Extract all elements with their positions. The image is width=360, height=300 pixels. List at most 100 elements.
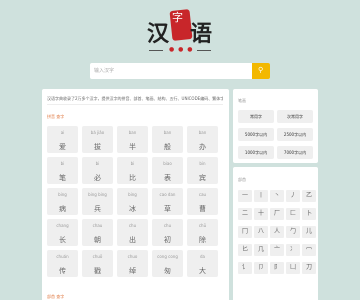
pinyin-cell[interactable]: chuō 戳 [82, 250, 113, 277]
logo-line [149, 50, 163, 51]
radical-cell[interactable]: 冂 [238, 226, 252, 238]
hanzi-char: 匆 [164, 267, 171, 275]
pinyin-cell[interactable]: bá jiǎo 拔 [82, 126, 113, 153]
pinyin-cell[interactable]: da 大 [187, 250, 218, 277]
pinyin-label: bá jiǎo [90, 130, 105, 135]
hanzi-char: 兵 [94, 205, 101, 213]
pinyin-cell[interactable]: ban 办 [187, 126, 218, 153]
pinyin-cell[interactable]: cao dan 草 [152, 188, 183, 215]
radical-cell[interactable]: 匕 [238, 244, 252, 256]
hanzi-char: 半 [129, 143, 136, 151]
hanzi-char: 绰 [129, 267, 136, 275]
hanzi-char: 冰 [129, 205, 136, 213]
pinyin-cell[interactable]: cong cong 匆 [152, 250, 183, 277]
divider [47, 104, 223, 105]
radical-cell[interactable]: 阝 [270, 262, 284, 274]
pinyin-cell[interactable]: bi 必 [82, 157, 113, 184]
radical-cell[interactable]: 亠 [270, 244, 284, 256]
pinyin-cell[interactable]: cau 曹 [187, 188, 218, 215]
site-logo[interactable]: 汉 字 语 ● ● ● [145, 6, 215, 54]
hanzi-char: 传 [59, 267, 66, 275]
pinyin-label: bi [130, 161, 135, 166]
radical-cell[interactable]: 丨 [254, 190, 268, 202]
hanzi-char: 宾 [199, 174, 206, 182]
pinyin-label: bin [199, 161, 206, 166]
radical-cell[interactable]: 八 [254, 226, 268, 238]
pinyin-label: ban [198, 130, 207, 135]
pinyin-cell[interactable]: biao 表 [152, 157, 183, 184]
pinyin-cell[interactable]: bing 冰 [117, 188, 148, 215]
search-button[interactable]: ⚲ [252, 63, 270, 79]
radical-cell[interactable]: 丶 [270, 190, 284, 202]
radical-cell[interactable]: 厂 [270, 208, 284, 220]
hanzi-char: 办 [199, 143, 206, 151]
intro-text: 汉语字典收录了2万多个汉字，提供汉字的拼音、部首、笔画、结构、五行、UNICOD… [47, 96, 223, 101]
hanzi-char: 朝 [94, 236, 101, 244]
stroke-link[interactable]: 次常用字 [277, 110, 313, 123]
pinyin-label: chu [163, 223, 172, 228]
hanzi-char: 比 [129, 174, 136, 182]
logo-char-3: 语 [190, 21, 213, 47]
radical-cell[interactable]: 十 [254, 208, 268, 220]
stroke-link[interactable]: 常用字 [238, 110, 274, 123]
radical-cell[interactable]: 匚 [286, 208, 300, 220]
hanzi-char: 初 [164, 236, 171, 244]
pinyin-cell[interactable]: chū 除 [187, 219, 218, 246]
radical-cell[interactable]: 勹 [286, 226, 300, 238]
pinyin-cell[interactable]: ai 爱 [47, 126, 78, 153]
pinyin-label: chang [56, 223, 69, 228]
stroke-link[interactable]: 5000字以内 [238, 128, 274, 141]
pinyin-label: cao dan [159, 192, 176, 197]
radical-cell[interactable]: 冖 [302, 244, 316, 256]
pinyin-label: bing [128, 192, 137, 197]
radical-cell[interactable]: 儿 [302, 226, 316, 238]
pinyin-cell[interactable]: bing 病 [47, 188, 78, 215]
stroke-link[interactable]: 7000字以内 [277, 146, 313, 159]
hanzi-char: 般 [164, 143, 171, 151]
search-input[interactable]: 输入汉字 [94, 67, 114, 74]
pinyin-cell[interactable]: chuán 传 [47, 250, 78, 277]
pinyin-label: chuán [56, 254, 69, 259]
hanzi-char: 爱 [59, 143, 66, 151]
radical-cell[interactable]: 二 [238, 208, 252, 220]
radical-cell[interactable]: 乙 [302, 190, 316, 202]
hanzi-char: 笔 [59, 174, 66, 182]
pinyin-label: da [200, 254, 205, 259]
hanzi-char: 表 [164, 174, 171, 182]
hanzi-char: 病 [59, 205, 66, 213]
pinyin-label: chuō [92, 254, 103, 259]
radical-cell[interactable]: 刀 [302, 262, 316, 274]
radical-cell[interactable]: 凵 [286, 262, 300, 274]
radical-cell[interactable]: 一 [238, 190, 252, 202]
pinyin-label: ban [128, 130, 137, 135]
pinyin-cell[interactable]: chang 长 [47, 219, 78, 246]
pinyin-label: chau [92, 223, 103, 228]
radical-cell[interactable]: 几 [254, 244, 268, 256]
pinyin-label: bi [60, 161, 65, 166]
radical-cell[interactable]: 人 [270, 226, 284, 238]
pinyin-cell[interactable]: ban 般 [152, 126, 183, 153]
radical-cell[interactable]: 丿 [286, 190, 300, 202]
section-title-bottom: 部首 查字 [47, 294, 65, 299]
pinyin-label: cong cong [157, 254, 178, 259]
stroke-link[interactable]: 1000字以内 [238, 146, 274, 159]
pinyin-cell[interactable]: chu 初 [152, 219, 183, 246]
hanzi-char: 拔 [94, 143, 101, 151]
pinyin-cell[interactable]: bing bing 兵 [82, 188, 113, 215]
radical-cell[interactable]: 讠 [238, 262, 252, 274]
pinyin-cell[interactable]: ban 半 [117, 126, 148, 153]
radical-cell[interactable]: 卩 [254, 262, 268, 274]
pinyin-cell[interactable]: chu 出 [117, 219, 148, 246]
radical-cell[interactable]: 冫 [286, 244, 300, 256]
pinyin-cell[interactable]: chuo 绰 [117, 250, 148, 277]
pinyin-cell[interactable]: bi 比 [117, 157, 148, 184]
radical-cell[interactable]: 卜 [302, 208, 316, 220]
hanzi-char: 曹 [199, 205, 206, 213]
stroke-link[interactable]: 2500字以内 [277, 128, 313, 141]
pinyin-cell[interactable]: chau 朝 [82, 219, 113, 246]
stroke-panel: 笔画 常用字 次常用字 5000字以内 2500字以内 1000字以内 7000… [233, 89, 318, 163]
pinyin-label: chuo [127, 254, 138, 259]
pinyin-cell[interactable]: bi 笔 [47, 157, 78, 184]
pinyin-cell[interactable]: bin 宾 [187, 157, 218, 184]
hanzi-char: 大 [199, 267, 206, 275]
